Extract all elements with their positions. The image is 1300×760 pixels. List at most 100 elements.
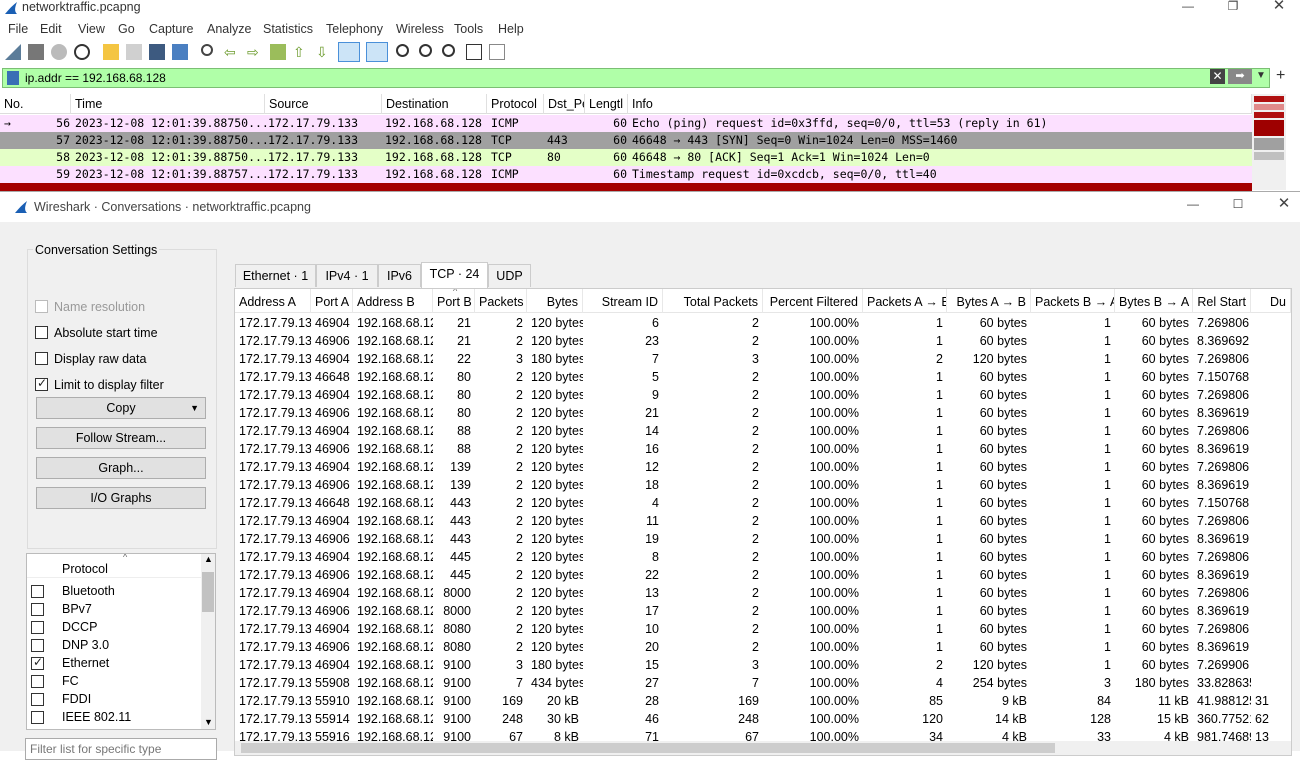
column-header[interactable]: Packets — [475, 289, 527, 313]
packet-column-header[interactable]: Protocol — [487, 94, 544, 114]
column-header[interactable]: Bytes — [527, 289, 583, 313]
dialog-maximize-button[interactable]: ☐ — [1215, 198, 1261, 216]
table-row[interactable]: 172.17.79.133 55910 192.168.68.128 9100 169 2… — [235, 692, 1291, 710]
packet-column-header[interactable]: Dst_Pe — [544, 94, 585, 114]
table-row[interactable]: 172.17.79.133 46904 192.168.68.128 80 2 120 b… — [235, 386, 1291, 404]
protocol-checkbox[interactable] — [31, 639, 44, 652]
menu-capture[interactable]: Capture — [149, 22, 193, 36]
protocol-checkbox[interactable] — [31, 585, 44, 598]
packet-row-partial[interactable] — [0, 183, 1252, 191]
table-row[interactable]: 172.17.79.133 46904 192.168.68.128 445 2 120 … — [235, 548, 1291, 566]
layout-icon[interactable] — [489, 44, 505, 60]
tab-udp[interactable]: UDP — [488, 264, 531, 287]
zoom-in-icon[interactable] — [396, 44, 409, 57]
column-header[interactable]: Address B — [353, 289, 433, 313]
resize-columns-icon[interactable] — [466, 44, 482, 60]
menu-view[interactable]: View — [78, 22, 105, 36]
table-row[interactable]: 172.17.79.133 46904 192.168.68.128 9100 3 180… — [235, 656, 1291, 674]
protocol-checkbox[interactable] — [31, 675, 44, 688]
capture-options-icon[interactable] — [74, 44, 90, 60]
column-header[interactable]: Rel Start — [1193, 289, 1251, 313]
horizontal-scrollbar[interactable] — [235, 741, 1291, 755]
option-absolute-start-time[interactable]: Absolute start time — [35, 326, 158, 340]
column-header[interactable]: Stream ID — [583, 289, 663, 313]
menu-statistics[interactable]: Statistics — [263, 22, 313, 36]
protocol-filter-input[interactable]: Filter list for specific type — [25, 738, 217, 760]
column-header[interactable]: Address A — [235, 289, 311, 313]
table-row[interactable]: 172.17.79.133 46906 192.168.68.128 139 2 120 … — [235, 476, 1291, 494]
table-row[interactable]: 172.17.79.133 46648 192.168.68.128 80 2 120 b… — [235, 368, 1291, 386]
protocol-item[interactable]: BPv7 — [27, 601, 201, 619]
stop-capture-icon[interactable] — [28, 44, 44, 60]
option-limit-to-display-filter[interactable]: Limit to display filter — [35, 376, 164, 392]
table-row[interactable]: 172.17.79.133 46904 192.168.68.128 8080 2 120… — [235, 620, 1291, 638]
table-row[interactable]: 172.17.79.133 46904 192.168.68.128 139 2 120 … — [235, 458, 1291, 476]
go-forward-icon[interactable]: ⇨ — [247, 44, 263, 60]
clear-filter-icon[interactable]: ✕ — [1210, 69, 1225, 84]
table-row[interactable]: 172.17.79.133 46906 192.168.68.128 80 2 120 b… — [235, 404, 1291, 422]
column-header[interactable]: Bytes B → A — [1115, 289, 1193, 313]
protocol-scroll-thumb[interactable] — [202, 572, 214, 612]
follow-stream-button[interactable]: Follow Stream... — [36, 427, 206, 449]
protocol-checkbox[interactable] — [31, 711, 44, 724]
packet-row[interactable]: 59 2023-12-08 12:01:39.88757... 172.17.79.… — [0, 166, 1252, 183]
table-row[interactable]: 172.17.79.133 46904 192.168.68.128 22 3 180 b… — [235, 350, 1291, 368]
packet-column-header[interactable]: Time — [71, 94, 265, 114]
table-row[interactable]: 172.17.79.133 46904 192.168.68.128 443 2 120 … — [235, 512, 1291, 530]
go-back-icon[interactable]: ⇦ — [224, 44, 240, 60]
save-file-icon[interactable] — [126, 44, 142, 60]
table-row[interactable]: 172.17.79.133 46906 192.168.68.128 88 2 120 b… — [235, 440, 1291, 458]
shark-fin-start-icon[interactable] — [5, 44, 21, 60]
normal-size-icon[interactable] — [442, 44, 455, 57]
packet-column-header[interactable]: Source — [265, 94, 382, 114]
open-file-icon[interactable] — [103, 44, 119, 60]
packet-minimap[interactable] — [1252, 94, 1286, 190]
column-header[interactable]: Percent Filtered — [763, 289, 863, 313]
add-filter-button-icon[interactable]: + — [1276, 67, 1285, 85]
menu-file[interactable]: File — [8, 22, 28, 36]
table-row[interactable]: 172.17.79.133 46904 192.168.68.128 8000 2 120… — [235, 584, 1291, 602]
column-header[interactable]: Bytes A → B — [947, 289, 1031, 313]
menu-telephony[interactable]: Telephony — [326, 22, 383, 36]
column-header[interactable]: Packets A → B — [863, 289, 947, 313]
dialog-close-button[interactable]: ✕ — [1261, 196, 1300, 216]
table-row[interactable]: 172.17.79.133 46904 192.168.68.128 88 2 120 b… — [235, 422, 1291, 440]
table-row[interactable]: 172.17.79.133 46906 192.168.68.128 445 2 120 … — [235, 566, 1291, 584]
checkbox[interactable] — [35, 326, 48, 339]
protocol-list-header[interactable]: Protocol ^ — [27, 554, 201, 578]
table-row[interactable]: 172.17.79.133 46906 192.168.68.128 8000 2 120… — [235, 602, 1291, 620]
colorize-icon[interactable] — [366, 42, 388, 62]
table-row[interactable]: 172.17.79.133 46906 192.168.68.128 443 2 120 … — [235, 530, 1291, 548]
scroll-down-icon[interactable]: ▼ — [204, 717, 213, 727]
packet-column-header[interactable]: Info — [628, 94, 1252, 114]
protocol-item[interactable]: Bluetooth — [27, 583, 201, 601]
menu-edit[interactable]: Edit — [40, 22, 62, 36]
table-row[interactable]: 172.17.79.13346906192.168.68.128212120 b… — [235, 332, 1291, 350]
protocol-checkbox[interactable] — [31, 655, 44, 670]
checkbox[interactable] — [35, 376, 48, 391]
column-header[interactable]: Packets B → A — [1031, 289, 1115, 313]
scroll-up-icon[interactable]: ▲ — [204, 554, 213, 564]
tab-ipv6[interactable]: IPv6 — [378, 264, 421, 287]
table-row[interactable]: 172.17.79.13355908192.168.68.12891007434… — [235, 674, 1291, 692]
menu-help[interactable]: Help — [498, 22, 524, 36]
packet-column-header[interactable]: Lengtl — [585, 94, 628, 114]
bookmark-icon[interactable] — [7, 71, 19, 85]
display-filter-input[interactable]: ip.addr == 192.168.68.128 — [2, 68, 1270, 88]
io-graphs-button[interactable]: I/O Graphs — [36, 487, 206, 509]
menu-wireless[interactable]: Wireless — [396, 22, 444, 36]
restart-capture-icon[interactable] — [51, 44, 67, 60]
menu-tools[interactable]: Tools — [454, 22, 483, 36]
table-row[interactable]: 172.17.79.13346906192.168.68.12880802120… — [235, 638, 1291, 656]
last-packet-icon[interactable]: ⇩ — [316, 44, 332, 60]
protocol-item[interactable]: DNP 3.0 — [27, 637, 201, 655]
column-header[interactable]: Total Packets — [663, 289, 763, 313]
column-header[interactable]: Port A — [311, 289, 353, 313]
go-to-packet-icon[interactable] — [270, 44, 286, 60]
protocol-item[interactable]: DCCP — [27, 619, 201, 637]
protocol-item[interactable]: IEEE 802.11 — [27, 709, 201, 727]
table-row[interactable]: 172.17.79.133 55914 192.168.68.128 9100 248 3… — [235, 710, 1291, 728]
close-file-icon[interactable] — [149, 44, 165, 60]
protocol-checkbox[interactable] — [31, 603, 44, 616]
menu-go[interactable]: Go — [118, 22, 135, 36]
